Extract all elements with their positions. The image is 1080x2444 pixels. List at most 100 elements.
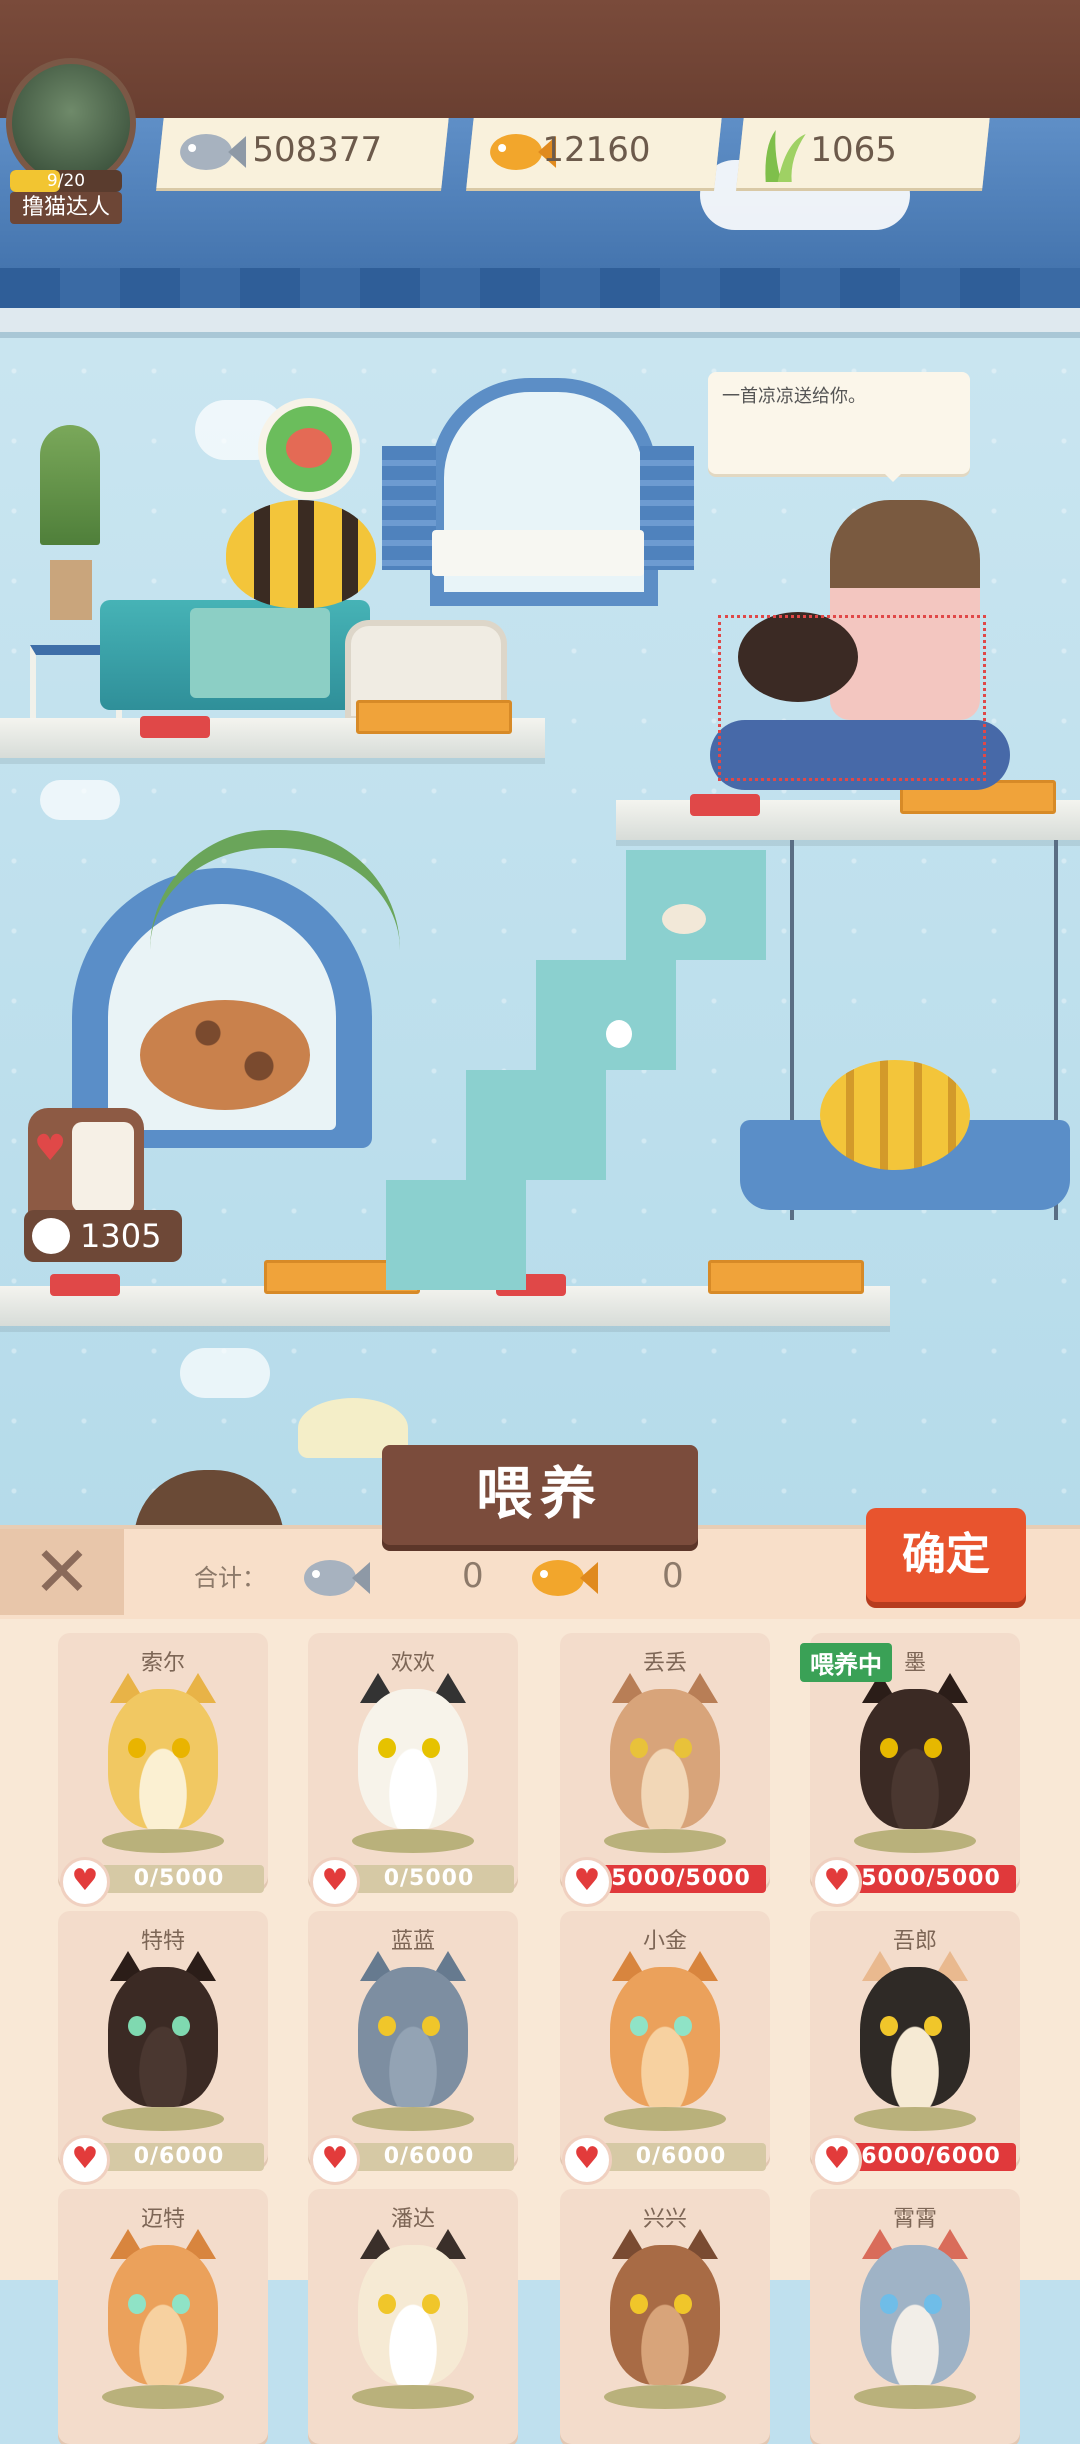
cat-shadow — [102, 1829, 224, 1853]
heart-icon: ♥ — [562, 2135, 612, 2185]
confirm-button[interactable]: 确定 — [866, 1508, 1026, 1602]
cat-card[interactable]: 特特 0/6000 ♥ — [58, 1911, 268, 2185]
jar-glass — [72, 1122, 134, 1212]
close-button[interactable]: ✕ — [0, 1529, 124, 1615]
cat-card[interactable]: 小金 0/6000 ♥ — [560, 1911, 770, 2185]
cat-card[interactable]: 墨喂养中 5000/5000 ♥ — [800, 1633, 1020, 1907]
heart-icon: ♥ — [60, 2135, 110, 2185]
silver-fish-icon — [180, 134, 247, 170]
speech-text: 一首凉凉送给你。 — [722, 386, 866, 407]
flower-box — [432, 530, 644, 576]
cat-bee[interactable] — [226, 500, 376, 608]
affection-value: 5000/5000 — [596, 1865, 766, 1893]
cat-eyes — [378, 2294, 448, 2314]
cat-shadow — [102, 2107, 224, 2131]
affection-meter: 5000/5000 ♥ — [562, 1857, 768, 1907]
resource-silver-fish[interactable]: 508377 — [156, 118, 449, 188]
plant-pot — [50, 560, 92, 620]
cat-eyes — [630, 2016, 700, 2036]
bed-blanket — [190, 608, 330, 698]
heart-icon: ♥ — [812, 2135, 862, 2185]
silver-total-value: 0 — [462, 1556, 484, 1596]
cat-card[interactable]: 霄霄 — [810, 2189, 1020, 2444]
cat-card[interactable]: 迈特 — [58, 2189, 268, 2444]
cat-brown-sleeping[interactable] — [134, 1470, 284, 1530]
top-bar: 9/20 撸猫达人 508377 12160 1065 — [0, 0, 1080, 224]
cat-eyes — [630, 2294, 700, 2314]
cat-shadow — [604, 1829, 726, 1853]
food-bowl[interactable] — [50, 1274, 120, 1296]
affection-value: 6000/6000 — [846, 2143, 1016, 2171]
cotton-icon — [32, 1218, 70, 1254]
cat-card[interactable]: 吾郎 6000/6000 ♥ — [810, 1911, 1020, 2185]
cat-card[interactable]: 欢欢 0/5000 ♥ — [308, 1633, 518, 1907]
cat-card[interactable]: 蓝蓝 0/6000 ♥ — [308, 1911, 518, 2185]
cat-name: 丢丢 — [642, 1651, 687, 1676]
food-tray[interactable] — [356, 700, 512, 734]
resource-grass[interactable]: 1065 — [736, 118, 990, 188]
cat-name: 霄霄 — [892, 2207, 937, 2232]
cat-name: 小金 — [642, 1929, 687, 1954]
food-bowl[interactable] — [140, 716, 210, 738]
cat-name: 吾郎 — [892, 1929, 937, 1954]
cat-portrait — [358, 1967, 468, 2107]
cat-portrait — [860, 2245, 970, 2385]
cat-card[interactable]: 丢丢 5000/5000 ♥ — [560, 1633, 770, 1907]
cat-card[interactable]: 兴兴 — [560, 2189, 770, 2444]
heart-icon: ♥ — [310, 2135, 360, 2185]
speech-bubble: 一首凉凉送给你。 — [708, 372, 970, 482]
roof-trim — [0, 308, 1080, 338]
cat-card[interactable]: 索尔 0/5000 ♥ — [58, 1633, 268, 1907]
silver-fish-value: 508377 — [252, 130, 383, 170]
cat-spotted[interactable] — [140, 1000, 310, 1110]
hungry-bubble[interactable] — [258, 398, 360, 500]
cat-portrait — [860, 1967, 970, 2107]
cat-name: 兴兴 — [642, 2207, 687, 2232]
selection-box — [718, 615, 986, 781]
affection-value: 5000/5000 — [846, 1865, 1016, 1893]
cat-shadow — [854, 1829, 976, 1853]
resource-gold-fish[interactable]: 12160 — [466, 118, 722, 188]
cat-shadow — [352, 2385, 474, 2409]
bowl-icon — [286, 428, 332, 468]
heart-icon: ♥ — [562, 1857, 612, 1907]
cat-portrait — [108, 1967, 218, 2107]
cat-shadow — [604, 2107, 726, 2131]
affection-meter: 5000/5000 ♥ — [812, 1857, 1018, 1907]
affection-value: 0/6000 — [596, 2143, 766, 2171]
window-shutter-right — [640, 446, 694, 570]
player-avatar[interactable] — [6, 58, 136, 188]
cat-shadow — [352, 2107, 474, 2131]
heart-icon: ♥ — [34, 1128, 67, 1169]
cat-shadow — [604, 2385, 726, 2409]
feeding-badge: 喂养中 — [800, 1643, 892, 1682]
cat-portrait — [610, 2245, 720, 2385]
level-progress-text: 9/20 — [46, 171, 86, 191]
cat-eyes — [880, 1738, 950, 1758]
food-bowl[interactable] — [690, 794, 760, 816]
jar-count-value: 1305 — [80, 1217, 162, 1255]
cat-shadow — [854, 2385, 976, 2409]
cat-house-scene: 一首凉凉送给你。 ♥ 1305 — [0, 0, 1080, 1530]
cat-eyes — [378, 1738, 448, 1758]
cat-name: 特特 — [140, 1929, 185, 1954]
heart-icon: ♥ — [310, 1857, 360, 1907]
window-shutter-left — [382, 446, 436, 570]
cat-yellow-striped[interactable] — [820, 1060, 970, 1170]
cat-eyes — [128, 2016, 198, 2036]
bird[interactable] — [606, 1020, 632, 1048]
cat-card[interactable]: 潘达 — [308, 2189, 518, 2444]
cat-shadow — [102, 2385, 224, 2409]
player-title: 撸猫达人 — [10, 192, 122, 224]
cat-eyes — [128, 1738, 198, 1758]
cat-portrait — [108, 1689, 218, 1829]
flower-vine — [150, 830, 400, 968]
total-label: 合计： — [194, 1564, 266, 1592]
cat-portrait — [358, 1689, 468, 1829]
cat-eyes — [630, 1738, 700, 1758]
grass-value: 1065 — [810, 130, 897, 170]
cat-portrait — [108, 2245, 218, 2385]
affection-meter: 0/5000 ♥ — [310, 1857, 516, 1907]
cat-shadow — [854, 2107, 976, 2131]
cat-small-calico[interactable] — [662, 904, 706, 934]
